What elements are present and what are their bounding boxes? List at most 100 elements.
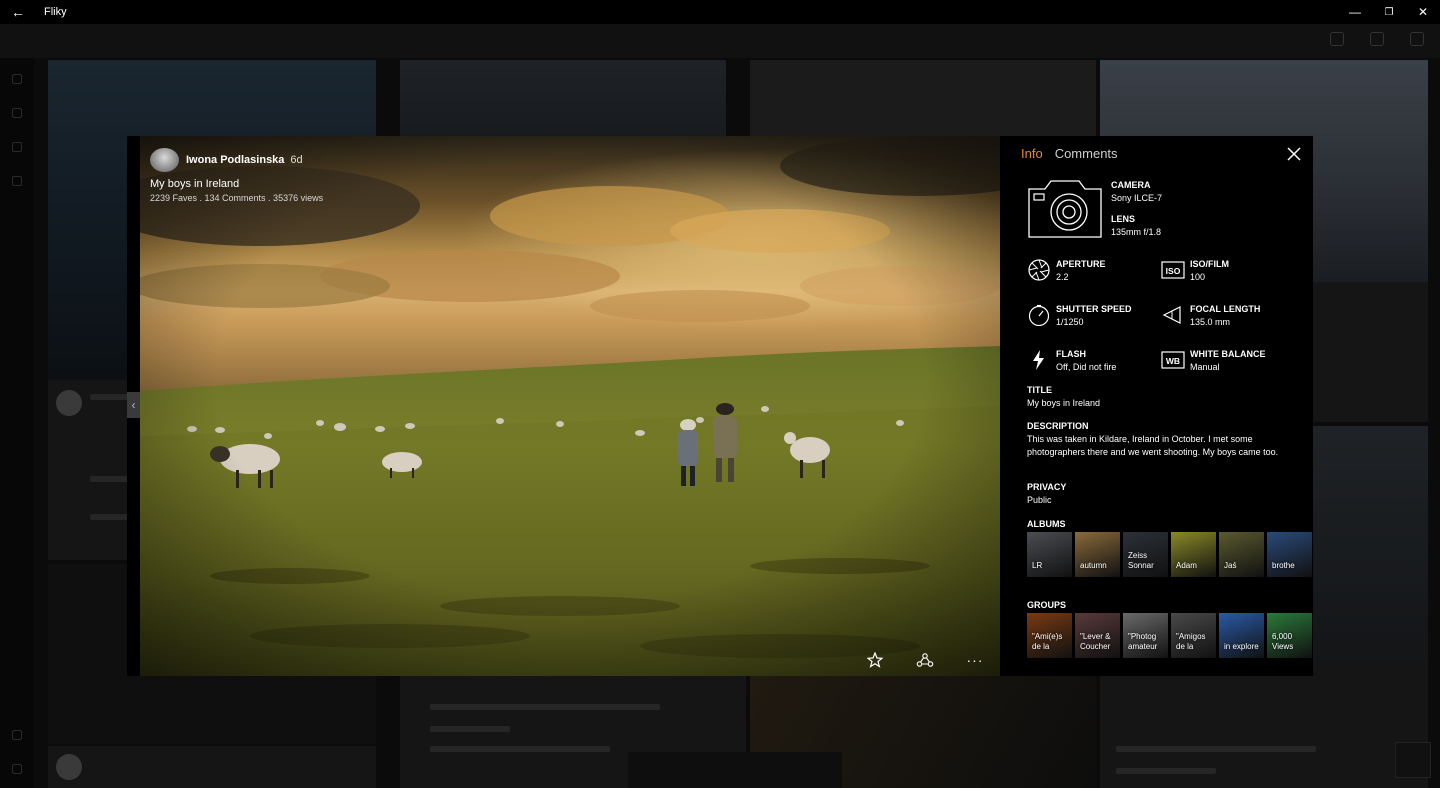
author-row: Iwona Podlasinska 6d (150, 148, 323, 172)
aperture-value: 2.2 (1056, 272, 1069, 282)
description-block: DESCRIPTION This was taken in Kildare, I… (1027, 421, 1295, 459)
group-thumb[interactable]: "Photog amateur (1123, 613, 1168, 658)
minimize-button[interactable]: — (1338, 0, 1372, 24)
description-label: DESCRIPTION (1027, 421, 1089, 431)
group-thumb[interactable]: 6,000 Views (1267, 613, 1312, 658)
white-balance-label: WHITE BALANCE (1190, 349, 1266, 359)
restore-button[interactable]: ❐ (1372, 0, 1406, 24)
tab-comments[interactable]: Comments (1055, 146, 1118, 161)
group-thumb-label: in explore (1224, 642, 1259, 651)
group-thumb-label: "Lever & Coucher (1080, 632, 1111, 651)
flash-value: Off, Did not fire (1056, 362, 1117, 372)
rail-home-icon (12, 74, 22, 84)
close-window-button[interactable]: ✕ (1406, 0, 1440, 24)
album-thumb-label: Zeiss Sonnar (1128, 551, 1154, 570)
title-bar: ← Fliky — ❐ ✕ (0, 0, 1440, 24)
lens-label: LENS (1111, 214, 1136, 224)
photo-stats: 2239 Faves . 134 Comments . 35376 views (150, 193, 324, 203)
shutter-value: 1/1250 (1056, 317, 1084, 327)
photo-area: Iwona Podlasinska 6d My boys in Ireland … (140, 136, 1000, 676)
album-thumb[interactable]: Zeiss Sonnar (1123, 532, 1168, 577)
focal-length-value: 135.0 mm (1190, 317, 1231, 327)
group-thumb-label: 6,000 Views (1272, 632, 1294, 651)
group-thumb-label: "Ami(e)s de la (1032, 632, 1063, 651)
iso-value: 100 (1190, 272, 1206, 282)
albums-block: ALBUMS (1027, 519, 1066, 529)
groups-row: "Ami(e)s de la "Lever & Coucher "Photog am… (1027, 613, 1312, 658)
camera-label: CAMERA (1111, 180, 1151, 190)
privacy-value: Public (1027, 495, 1052, 505)
background-card-footer (48, 746, 376, 788)
background-fab (1395, 742, 1431, 778)
background-card-footer (1100, 666, 1428, 788)
author-avatar[interactable] (150, 148, 179, 172)
focal-length-item: FOCAL LENGTH 135.0 mm (1161, 303, 1260, 327)
tab-info[interactable]: Info (1021, 146, 1043, 161)
album-thumb[interactable]: LR (1027, 532, 1072, 577)
privacy-block: PRIVACY Public (1027, 482, 1297, 507)
rail-explore-icon (12, 108, 22, 118)
album-thumb[interactable]: Jaś (1219, 532, 1264, 577)
album-thumb-label: Adam (1176, 561, 1197, 570)
camera-lens-text: CAMERA Sony ILCE-7 LENS 135mm f/1.8 (1111, 180, 1162, 239)
group-thumb[interactable]: "Lever & Coucher (1075, 613, 1120, 658)
group-thumb[interactable]: in explore (1219, 613, 1264, 658)
share-icon (916, 653, 934, 667)
album-thumb-label: Jaś (1224, 561, 1237, 570)
groups-label: GROUPS (1027, 600, 1067, 610)
background-toast (628, 752, 842, 788)
focal-length-icon (1162, 306, 1181, 324)
camera-lens-block: CAMERA Sony ILCE-7 LENS 135mm f/1.8 (1027, 177, 1162, 239)
photo-viewer-modal: Iwona Podlasinska 6d My boys in Ireland … (127, 136, 1313, 676)
white-balance-value: Manual (1190, 362, 1220, 372)
white-balance-item: WB WHITE BALANCE Manual (1161, 348, 1266, 372)
shutter-label: SHUTTER SPEED (1056, 304, 1132, 314)
album-thumb[interactable]: autumn (1075, 532, 1120, 577)
iso-item: ISO ISO/FILM 100 (1161, 258, 1229, 282)
white-balance-icon-text: WB (1166, 356, 1180, 366)
more-options-button[interactable]: ··· (950, 652, 1000, 668)
photo-caption: My boys in Ireland (150, 178, 240, 190)
description-value: This was taken in Kildare, Ireland in Oc… (1027, 434, 1279, 457)
albums-row: LR autumn Zeiss Sonnar Adam Jaś brothe (1027, 532, 1312, 577)
album-thumb-label: brothe (1272, 561, 1295, 570)
previous-photo-button[interactable]: ‹ (127, 392, 140, 418)
flash-icon (1033, 350, 1044, 370)
background-toolbar (0, 24, 1440, 58)
author-name[interactable]: Iwona Podlasinska (186, 154, 284, 166)
albums-label: ALBUMS (1027, 519, 1066, 529)
aperture-item: APERTURE 2.2 (1027, 258, 1106, 282)
window-controls: — ❐ ✕ (1338, 0, 1440, 24)
focal-length-label: FOCAL LENGTH (1190, 304, 1261, 314)
album-thumb[interactable]: brothe (1267, 532, 1312, 577)
back-button[interactable]: ← (0, 0, 36, 24)
close-icon[interactable] (1285, 145, 1303, 163)
title-block: TITLE My boys in Ireland (1027, 385, 1297, 410)
flash-label: FLASH (1056, 349, 1086, 359)
privacy-label: PRIVACY (1027, 482, 1067, 492)
share-button[interactable] (900, 652, 950, 668)
rail-albums-icon (12, 176, 22, 186)
group-thumb-label: "Photog amateur (1128, 632, 1158, 651)
group-thumb[interactable]: "Amigos de la (1171, 613, 1216, 658)
shutter-item: SHUTTER SPEED 1/1250 (1027, 303, 1132, 327)
lens-value: 135mm f/1.8 (1111, 227, 1162, 237)
aperture-icon (1028, 259, 1050, 281)
background-upload-icon (1330, 32, 1344, 46)
title-value: My boys in Ireland (1027, 398, 1101, 408)
favorite-button[interactable] (850, 652, 900, 668)
iso-label: ISO/FILM (1190, 259, 1229, 269)
iso-icon: ISO (1161, 261, 1185, 279)
photo-actions: ··· (850, 652, 1000, 668)
group-thumb[interactable]: "Ami(e)s de la (1027, 613, 1072, 658)
album-thumb-label: LR (1032, 561, 1043, 570)
photo-age: 6d (290, 154, 303, 166)
album-thumb[interactable]: Adam (1171, 532, 1216, 577)
camera-icon (1028, 180, 1102, 238)
group-thumb-label: "Amigos de la (1176, 632, 1206, 651)
flash-item: FLASH Off, Did not fire (1027, 348, 1116, 372)
photo-header: Iwona Podlasinska 6d My boys in Ireland … (150, 148, 323, 203)
app-title: Fliky (44, 6, 67, 18)
rail-groups-icon (12, 142, 22, 152)
iso-icon-text: ISO (1166, 266, 1181, 276)
